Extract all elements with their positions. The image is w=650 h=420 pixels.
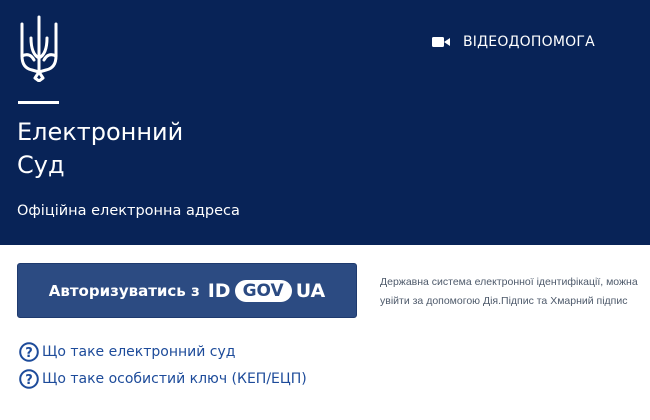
question-circle-icon: ? [19, 369, 39, 389]
title-line-2: Суд [17, 151, 65, 179]
id-gov-logo-id: ID [207, 279, 231, 302]
trident-icon [20, 15, 58, 82]
svg-text:?: ? [25, 373, 33, 388]
header: ВІДЕОДОПОМОГА Електронний Суд Офіційна е… [0, 0, 650, 245]
title-line-1: Електронний [17, 118, 184, 146]
svg-text:?: ? [25, 346, 33, 361]
page-subtitle: Офіційна електронна адреса [17, 203, 240, 219]
help-link-what-is-key[interactable]: ? Що таке особистий ключ (КЕП/ЕЦП) [19, 369, 307, 389]
video-camera-icon [432, 37, 450, 47]
auth-button-label: Авторизуватись з [48, 281, 200, 300]
page-title: Електронний Суд [17, 116, 183, 182]
auth-id-gov-button[interactable]: Авторизуватись з ID GOV UA [17, 263, 357, 318]
help-link-label: Що таке особистий ключ (КЕП/ЕЦП) [42, 371, 307, 387]
id-gov-logo: ID GOV UA [207, 279, 326, 302]
title-divider [18, 101, 59, 104]
help-link-what-is-e-court[interactable]: ? Що таке електронний суд [19, 342, 235, 362]
video-help-label: ВІДЕОДОПОМОГА [463, 34, 595, 50]
question-circle-icon: ? [19, 342, 39, 362]
help-link-label: Що таке електронний суд [42, 344, 236, 360]
id-gov-logo-ua: UA [295, 279, 326, 302]
auth-info-text: Державна система електронної ідентифікац… [380, 276, 638, 307]
id-gov-logo-gov: GOV [234, 279, 292, 302]
video-help-link[interactable]: ВІДЕОДОПОМОГА [432, 34, 595, 50]
